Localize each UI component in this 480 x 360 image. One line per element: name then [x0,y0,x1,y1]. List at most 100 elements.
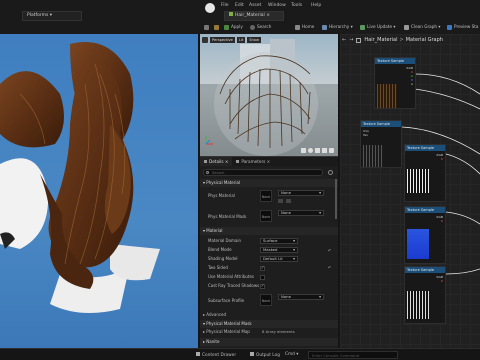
preview-stats-button[interactable]: Preview Sta [447,23,479,31]
settings-icon[interactable] [328,170,333,175]
pin-label: R [440,219,443,223]
search-icon [206,171,209,174]
cast-ray-traced-shadows-checkbox[interactable]: ✓ [260,283,265,289]
home-button[interactable]: Home [295,23,314,31]
phys-material-thumb[interactable]: None [260,190,272,202]
details-scrollbar[interactable] [335,179,337,219]
search-button[interactable]: Search [250,23,271,31]
details-panel: Details × Parameters × Search ▾ Physical… [200,156,338,348]
preview-shape-buttons [299,148,334,153]
sphere-icon[interactable] [308,148,313,153]
menu-tools[interactable]: Tools [291,3,302,8]
cast-ray-traced-shadows-label: Cast Ray Traced Shadows [208,283,260,288]
material-preview[interactable]: Perspective Lit Show [200,34,338,156]
two-sided-checkbox[interactable]: ✓ [260,265,265,271]
blend-mode-select[interactable]: Masked ▾ [260,247,298,253]
live-update-button[interactable]: Live Update ▾ [360,23,396,31]
phys-mat-mask-header: Physical Material Mask [206,321,252,326]
teapot-icon[interactable] [329,148,334,153]
tab-hair-material[interactable]: Hair_Material × [224,11,284,21]
node-thumbnail [407,291,429,319]
tab-platforms[interactable]: Platforms ▾ [22,11,82,21]
shading-model-select[interactable]: Default Lit ▾ [260,256,298,262]
apply-button[interactable]: Apply [224,23,243,31]
save-icon[interactable] [204,23,211,31]
details-tab-label: Details [209,159,224,164]
log-icon [250,352,254,356]
use-material-attributes-checkbox[interactable] [260,275,265,280]
texture-sample-node[interactable]: Texture Sample RGB R [404,144,446,202]
phys-material-label: Phys Material [208,193,235,198]
tab-details[interactable]: Details × [200,157,233,166]
cast-ray-traced-shadows-row: Cast Ray Traced Shadows [200,282,338,290]
material-domain-select[interactable]: Surface ▾ [260,238,298,244]
nanite-header: Nanite [206,339,220,344]
texture-sample-node[interactable]: Texture Sample RGB R [404,206,446,264]
console-input[interactable]: Enter Console Command [308,351,398,359]
node-title: Texture Sample [375,58,415,64]
parameters-icon [236,160,240,163]
nanite-section[interactable]: ▸ Nanite [200,338,338,346]
plane-icon[interactable] [315,148,320,153]
phys-mat-mask-section[interactable]: ▾ Physical Material Mask [200,320,338,328]
texture-sample-node[interactable]: Texture Sample UVs Tex [360,120,402,168]
hierarchy-label: Hierarchy [329,24,350,29]
node-pins: RGB R [437,153,443,161]
reset-icon[interactable]: ↶ [328,265,331,270]
node-thumbnail [407,169,429,193]
blend-mode-label: Blend Mode [208,247,232,252]
physical-material-section[interactable]: ▾ Physical Material [200,179,338,187]
material-domain-value: Surface [263,238,278,243]
tab-material-icon [229,12,233,16]
phys-material-use-icon[interactable] [278,199,283,203]
tab-parameters[interactable]: Parameters × [232,157,274,166]
menu-file[interactable]: File [221,3,229,8]
console-placeholder: Enter Console Command [312,353,360,358]
two-sided-row: Two Sided [200,264,338,272]
clean-graph-button[interactable]: Clean Graph ▾ [404,23,441,31]
chevron-down-icon: ▾ [203,321,206,326]
cmd-label: Cmd [285,352,295,357]
node-title: Texture Sample [405,267,445,273]
level-viewport[interactable] [0,34,198,348]
material-domain-label: Material Domain [208,238,242,243]
content-drawer-button[interactable]: Content Drawer [196,352,236,358]
details-tabs: Details × Parameters × [200,157,338,166]
output-log-label: Output Log [256,353,280,358]
menu-window[interactable]: Window [268,3,286,8]
advanced-label: Advanced [206,312,227,317]
menu-asset[interactable]: Asset [249,3,261,8]
details-search-input[interactable]: Search [203,169,323,176]
use-material-attributes-row: Use Material Attributes [200,273,338,281]
phys-material-mask-label: Phys Material Mask [208,214,247,219]
pin-label: Tex [363,133,368,137]
reset-icon[interactable]: ↶ [328,248,331,253]
browse-icon[interactable] [214,23,221,31]
texture-sample-node[interactable]: Texture Sample RGB R [404,266,446,324]
blend-mode-value: Masked [263,247,278,252]
home-label: Home [302,24,315,29]
advanced-row[interactable]: ▸ Advanced [200,311,338,319]
phys-material-select[interactable]: None ▾ [278,190,324,196]
texture-sample-node[interactable]: Texture Sample RGB R G B A [374,57,416,109]
cylinder-icon[interactable] [301,148,306,153]
menu-help[interactable]: Help [311,3,321,8]
chevron-down-icon: ▾ [203,228,206,233]
folder-icon [196,352,200,356]
menu-edit[interactable]: Edit [235,3,244,8]
cube-icon[interactable] [322,148,327,153]
output-log-button[interactable]: Output Log [250,352,280,358]
hierarchy-button[interactable]: Hierarchy ▾ [322,23,353,31]
node-thumbnail [377,84,397,108]
material-graph[interactable]: ← → Hair_Material > Material Graph Textu… [340,34,480,348]
unreal-logo-icon[interactable] [205,3,215,13]
subsurface-thumb[interactable]: None [260,294,272,306]
subsurface-select[interactable]: None ▾ [278,294,324,300]
material-section[interactable]: ▾ Material [200,227,338,235]
phys-material-mask-thumb[interactable]: None [260,210,272,222]
subsurface-profile-label: Subsurface Profile [208,298,245,303]
cmd-button[interactable]: Cmd ▾ [285,352,298,357]
phys-material-mask-select[interactable]: None ▾ [278,210,324,216]
phys-material-browse-icon[interactable] [286,199,291,203]
checkmark-icon: ✓ [261,283,265,288]
